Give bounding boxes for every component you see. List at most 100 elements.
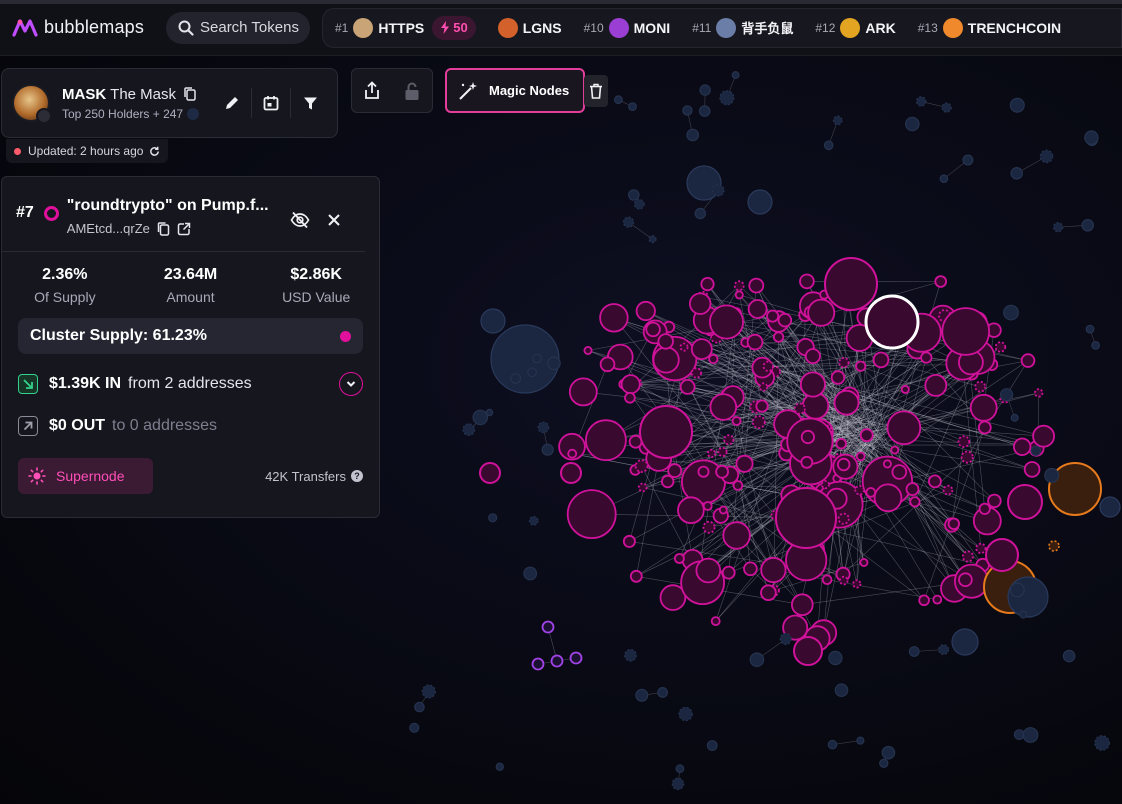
holder-bubble-navy[interactable] <box>699 84 711 96</box>
holder-bubble[interactable] <box>800 455 814 469</box>
holder-bubble[interactable] <box>679 342 689 352</box>
search-tokens-button[interactable]: Search Tokens <box>166 11 310 44</box>
holder-bubble[interactable] <box>942 484 954 496</box>
holder-bubble[interactable] <box>708 353 719 365</box>
holder-bubble[interactable] <box>702 501 713 511</box>
holder-bubble-purple[interactable] <box>531 657 545 671</box>
holder-bubble[interactable] <box>723 434 735 446</box>
holder-bubble[interactable] <box>960 450 974 464</box>
holder-bubble-navy[interactable] <box>938 644 950 656</box>
holder-bubble-navy[interactable] <box>678 706 693 722</box>
holder-bubble[interactable] <box>560 462 582 484</box>
holder-bubble[interactable] <box>799 273 815 290</box>
holder-bubble-navy[interactable] <box>1003 304 1019 321</box>
holder-bubble[interactable] <box>855 451 866 462</box>
holder-bubble-navy[interactable] <box>1039 149 1054 164</box>
holder-bubble-navy[interactable] <box>547 356 561 371</box>
holder-bubble[interactable] <box>679 378 696 395</box>
holder-bubble[interactable] <box>1033 388 1044 398</box>
holder-bubble[interactable] <box>835 438 847 450</box>
holder-bubble[interactable] <box>1032 424 1055 448</box>
holder-bubble-navy[interactable] <box>827 739 838 750</box>
holder-bubble-navy[interactable] <box>1091 341 1100 350</box>
holder-bubble-navy[interactable] <box>908 646 920 657</box>
edit-button[interactable] <box>215 86 249 120</box>
filter-button[interactable] <box>293 86 327 120</box>
holder-bubble[interactable] <box>751 415 766 430</box>
holder-bubble[interactable] <box>804 348 821 365</box>
unlock-icon[interactable] <box>403 81 421 101</box>
holder-bubble[interactable] <box>634 459 649 473</box>
holder-bubble-navy[interactable] <box>485 408 494 417</box>
holder-bubble-navy[interactable] <box>1081 219 1094 232</box>
holder-bubble[interactable] <box>732 480 744 491</box>
holder-bubble[interactable] <box>762 360 774 372</box>
holder-bubble[interactable] <box>865 487 877 498</box>
holder-bubble[interactable] <box>755 399 769 413</box>
holder-bubble-navy[interactable] <box>675 764 685 774</box>
holder-bubble-orange[interactable] <box>1048 540 1060 552</box>
holder-bubble[interactable] <box>695 557 722 584</box>
holder-bubble[interactable] <box>837 512 850 525</box>
holder-bubble[interactable] <box>872 351 890 369</box>
inflow-row[interactable]: $1.39K IN from 2 addresses <box>2 372 379 396</box>
holder-bubble[interactable] <box>766 309 780 323</box>
holder-bubble-navy[interactable] <box>527 367 537 378</box>
holder-bubble[interactable] <box>932 594 943 605</box>
updated-status[interactable]: Updated: 2 hours ago <box>6 139 169 163</box>
logo[interactable]: bubblemaps <box>12 17 152 38</box>
holder-bubble-navy[interactable] <box>856 736 865 745</box>
ticker-item[interactable]: #12 ARK <box>815 17 896 38</box>
holder-bubble[interactable] <box>824 257 878 311</box>
holder-bubble[interactable] <box>710 616 721 626</box>
holder-bubble-navy[interactable] <box>1052 221 1064 233</box>
help-icon[interactable]: ? <box>351 470 363 482</box>
close-panel-button[interactable] <box>317 203 351 237</box>
holder-bubble-navy[interactable] <box>999 388 1014 402</box>
holder-bubble-navy[interactable] <box>749 652 765 667</box>
holder-bubble[interactable] <box>772 331 785 343</box>
share-icon[interactable] <box>363 80 381 101</box>
holder-bubble[interactable] <box>568 377 598 407</box>
holder-bubble[interactable] <box>735 454 754 473</box>
holder-bubble[interactable] <box>585 419 627 462</box>
holder-bubble[interactable] <box>924 373 948 397</box>
holder-bubble[interactable] <box>674 553 685 564</box>
holder-bubble-navy[interactable] <box>823 140 834 151</box>
holder-bubble[interactable] <box>661 474 675 489</box>
holder-bubble[interactable] <box>689 292 712 315</box>
holder-bubble[interactable] <box>987 493 1002 509</box>
holder-bubble-navy[interactable] <box>528 515 539 526</box>
ticker-item[interactable]: #10 MONI <box>584 17 670 38</box>
holder-bubble[interactable] <box>928 474 942 489</box>
holder-bubble-navy[interactable] <box>915 96 927 107</box>
copy-icon[interactable] <box>157 221 170 236</box>
holder-bubble[interactable] <box>977 420 992 435</box>
holder-bubble[interactable] <box>709 304 745 340</box>
holder-bubble[interactable] <box>909 496 921 508</box>
holder-bubble-navy[interactable] <box>731 71 740 80</box>
holder-bubble[interactable] <box>479 462 501 484</box>
selected-holder-bubble[interactable] <box>864 294 920 350</box>
holder-bubble[interactable] <box>760 584 777 601</box>
holder-bubble-navy[interactable] <box>671 777 685 791</box>
holder-bubble-navy[interactable] <box>1022 727 1039 743</box>
holder-bubble-navy[interactable] <box>421 684 436 699</box>
holder-bubble[interactable] <box>934 275 947 288</box>
holder-bubble[interactable] <box>854 485 865 496</box>
holder-bubble[interactable] <box>777 313 793 328</box>
holder-bubble[interactable] <box>873 483 903 513</box>
holder-bubble-navy[interactable] <box>682 105 693 116</box>
holder-bubble-navy[interactable] <box>951 628 979 656</box>
holder-bubble[interactable] <box>637 482 648 493</box>
holder-bubble[interactable] <box>620 374 641 395</box>
holder-bubble[interactable] <box>820 480 830 490</box>
hide-node-button[interactable] <box>283 203 317 237</box>
holder-bubble-navy[interactable] <box>828 650 843 666</box>
holder-bubble[interactable] <box>807 298 836 327</box>
holder-bubble[interactable] <box>709 393 738 421</box>
refresh-icon[interactable] <box>149 146 160 157</box>
holder-bubble-navy[interactable] <box>614 95 623 105</box>
holder-bubble[interactable] <box>746 333 764 351</box>
holder-bubble[interactable] <box>629 569 643 583</box>
